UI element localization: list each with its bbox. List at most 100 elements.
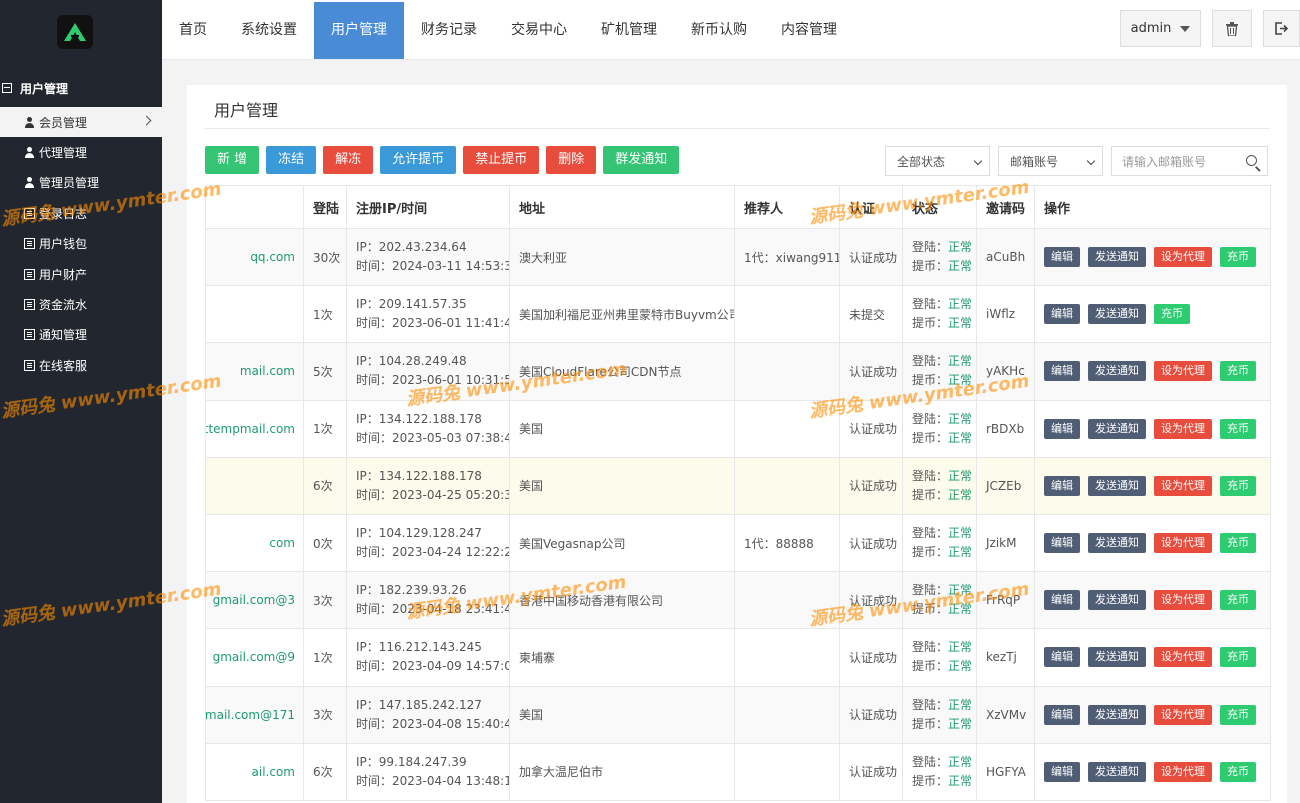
set-agent-button[interactable]: 设为代理: [1154, 761, 1212, 782]
email-cell[interactable]: [205, 456, 304, 515]
freeze-button[interactable]: 冻结: [266, 146, 317, 174]
edit-button[interactable]: 编辑: [1044, 647, 1080, 668]
table-row[interactable]: mail.com 5次 IP：104.28.249.48 时间：2023-06-…: [205, 342, 1271, 401]
table-row[interactable]: 9@gmail.com 1次 IP：116.212.143.245 时间：202…: [205, 628, 1271, 687]
chevron-down-icon: [1086, 156, 1096, 166]
logins-cell: 0次: [303, 513, 347, 573]
user-icon: [24, 116, 35, 128]
email-cell[interactable]: ail.com: [205, 742, 304, 801]
ip-value: 99.184.247.39: [378, 754, 467, 769]
send-notify-button[interactable]: 发送通知: [1088, 361, 1146, 382]
sidebar-item[interactable]: 在线客服: [0, 350, 162, 380]
table-row[interactable]: 3@gmail.com 3次 IP：182.239.93.26 时间：2023-…: [205, 571, 1271, 630]
edit-button[interactable]: 编辑: [1044, 475, 1080, 496]
set-agent-button[interactable]: 设为代理: [1154, 704, 1212, 725]
recharge-button[interactable]: 充币: [1220, 475, 1256, 496]
table-row[interactable]: qq.com 30次 IP：202.43.234.64 时间：2024-03-1…: [205, 227, 1271, 287]
edit-button[interactable]: 编辑: [1044, 418, 1080, 439]
email-cell[interactable]: [205, 285, 304, 344]
logout-button[interactable]: [1263, 10, 1300, 47]
edit-button[interactable]: 编辑: [1044, 304, 1080, 325]
recharge-button[interactable]: 充币: [1220, 361, 1256, 382]
set-agent-button[interactable]: 设为代理: [1154, 418, 1212, 439]
recharge-button[interactable]: 充币: [1220, 590, 1256, 611]
table-row[interactable]: esttempmail.com 1次 IP：134.122.188.178 时间…: [205, 399, 1271, 458]
recharge-button[interactable]: 充币: [1220, 533, 1256, 554]
table-row[interactable]: 1次 IP：209.141.57.35 时间：2023-06-01 11:41:…: [205, 285, 1271, 344]
email-cell[interactable]: esttempmail.com: [205, 399, 304, 458]
nav-tab[interactable]: 首页: [162, 2, 224, 59]
nav-tab[interactable]: 交易中心: [494, 2, 584, 59]
set-agent-button[interactable]: 设为代理: [1154, 590, 1212, 611]
set-agent-button[interactable]: 设为代理: [1154, 533, 1212, 554]
sidebar-item[interactable]: 用户钱包: [0, 229, 162, 259]
recharge-button[interactable]: 充币: [1154, 304, 1190, 325]
ip-prefix: IP：: [356, 640, 379, 655]
nav-tab[interactable]: 系统设置: [224, 2, 314, 59]
sidebar-item[interactable]: 会员管理: [0, 107, 162, 138]
edit-button[interactable]: 编辑: [1044, 533, 1080, 554]
edit-button[interactable]: 编辑: [1044, 361, 1080, 382]
recharge-button[interactable]: 充币: [1220, 704, 1256, 725]
forbid-withdraw-button[interactable]: 禁止提币: [463, 146, 540, 174]
app-logo[interactable]: [57, 15, 93, 49]
edit-button[interactable]: 编辑: [1044, 761, 1080, 782]
referrer-cell: [734, 685, 840, 744]
recharge-button[interactable]: 充币: [1220, 247, 1256, 268]
table-row[interactable]: 171@gmail.com 3次 IP：147.185.242.127 时间：2…: [205, 685, 1271, 744]
edit-button[interactable]: 编辑: [1044, 247, 1080, 268]
email-cell[interactable]: qq.com: [205, 227, 304, 287]
sidebar-item[interactable]: 通知管理: [0, 320, 162, 350]
nav-tab[interactable]: 用户管理: [314, 2, 404, 59]
delete-button[interactable]: 删除: [546, 146, 597, 174]
search-icon[interactable]: [1246, 155, 1257, 166]
sidebar-item[interactable]: 用户财产: [0, 259, 162, 289]
email-cell[interactable]: mail.com: [205, 342, 304, 401]
clear-cache-button[interactable]: [1212, 10, 1252, 47]
send-notify-button[interactable]: 发送通知: [1088, 247, 1146, 268]
set-agent-button[interactable]: 设为代理: [1154, 647, 1212, 668]
table-row[interactable]: 6次 IP：134.122.188.178 时间：2023-04-25 05:2…: [205, 456, 1271, 515]
table-row[interactable]: ail.com 6次 IP：99.184.247.39 时间：2023-04-0…: [205, 742, 1271, 801]
email-cell[interactable]: 171@gmail.com: [205, 685, 304, 744]
search-input[interactable]: 请输入邮箱账号: [1111, 146, 1268, 176]
email-cell[interactable]: com: [205, 513, 304, 573]
field-select[interactable]: 邮箱账号: [998, 146, 1103, 176]
sidebar-item[interactable]: 资金流水: [0, 289, 162, 319]
recharge-button[interactable]: 充币: [1220, 647, 1256, 668]
edit-button[interactable]: 编辑: [1044, 704, 1080, 725]
nav-tab[interactable]: 内容管理: [764, 2, 854, 59]
send-notify-button[interactable]: 发送通知: [1088, 533, 1146, 554]
nav-tab[interactable]: 新币认购: [674, 2, 764, 59]
user-menu-button[interactable]: admin: [1120, 10, 1201, 47]
address-cell: 美国CloudFlare公司CDN节点: [509, 342, 735, 401]
send-notify-button[interactable]: 发送通知: [1088, 418, 1146, 439]
set-agent-button[interactable]: 设为代理: [1154, 361, 1212, 382]
sidebar-item[interactable]: 代理管理: [0, 137, 162, 167]
send-notify-button[interactable]: 发送通知: [1088, 647, 1146, 668]
set-agent-button[interactable]: 设为代理: [1154, 247, 1212, 268]
status-select[interactable]: 全部状态: [885, 146, 990, 176]
sidebar-item[interactable]: 登录日志: [0, 198, 162, 228]
ip-prefix: IP：: [356, 240, 379, 255]
sidebar-section-user-management[interactable]: 用户管理: [0, 78, 162, 98]
recharge-button[interactable]: 充币: [1220, 761, 1256, 782]
email-cell[interactable]: 9@gmail.com: [205, 628, 304, 687]
send-notify-button[interactable]: 发送通知: [1088, 304, 1146, 325]
set-agent-button[interactable]: 设为代理: [1154, 475, 1212, 496]
broadcast-notify-button[interactable]: 群发通知: [603, 146, 680, 174]
send-notify-button[interactable]: 发送通知: [1088, 761, 1146, 782]
table-row[interactable]: com 0次 IP：104.129.128.247 时间：2023-04-24 …: [205, 513, 1271, 573]
send-notify-button[interactable]: 发送通知: [1088, 590, 1146, 611]
sidebar-item[interactable]: 管理员管理: [0, 168, 162, 198]
nav-tab[interactable]: 财务记录: [404, 2, 494, 59]
send-notify-button[interactable]: 发送通知: [1088, 475, 1146, 496]
allow-withdraw-button[interactable]: 允许提币: [380, 146, 457, 174]
send-notify-button[interactable]: 发送通知: [1088, 704, 1146, 725]
email-cell[interactable]: 3@gmail.com: [205, 571, 304, 630]
unfreeze-button[interactable]: 解冻: [323, 146, 374, 174]
recharge-button[interactable]: 充币: [1220, 418, 1256, 439]
nav-tab[interactable]: 矿机管理: [584, 2, 674, 59]
edit-button[interactable]: 编辑: [1044, 590, 1080, 611]
add-button[interactable]: 新 增: [205, 146, 260, 174]
